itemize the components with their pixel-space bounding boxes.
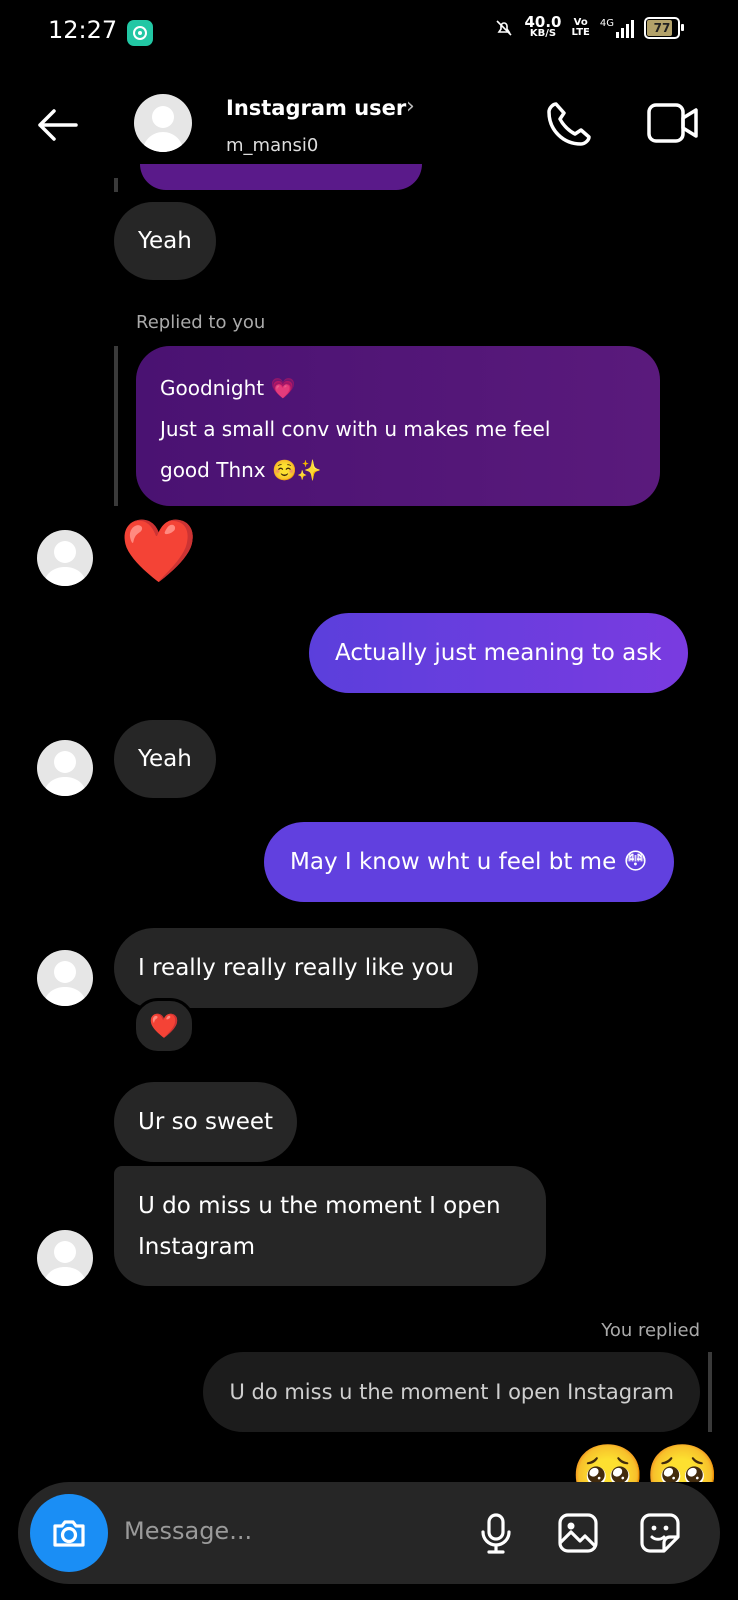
sticker-icon[interactable]	[638, 1511, 682, 1555]
emoji-message[interactable]: 🥺🥺	[571, 1444, 720, 1482]
you-replied-label: You replied	[601, 1320, 700, 1341]
heart-reaction[interactable]: ❤️	[133, 998, 195, 1054]
phone-icon[interactable]	[542, 98, 594, 150]
message-bubble[interactable]: I really really really like you	[114, 928, 478, 1008]
previous-message-edge	[140, 164, 422, 190]
back-arrow-icon[interactable]	[32, 100, 82, 150]
reply-thread-bar	[114, 346, 118, 506]
replied-message[interactable]: Goodnight 💗 Just a small conv with u mak…	[136, 346, 660, 506]
contact-avatar[interactable]	[134, 94, 192, 152]
mute-bell-icon	[496, 20, 513, 36]
camera-icon	[53, 1520, 85, 1547]
network-speed: 40.0 KB/S	[524, 13, 562, 40]
gallery-icon[interactable]	[556, 1511, 600, 1555]
sender-avatar[interactable]	[37, 740, 93, 796]
volte-indicator: Vo LTE	[571, 17, 590, 38]
message-bubble[interactable]: Ur so sweet	[114, 1082, 298, 1162]
sender-avatar[interactable]	[37, 1230, 93, 1286]
camera-button[interactable]	[30, 1494, 108, 1572]
chevron-right-icon[interactable]: ›	[406, 94, 415, 119]
outgoing-message[interactable]: May I know wht u feel bt me 😳	[264, 822, 674, 902]
replied-to-you-label: Replied to you	[136, 312, 266, 333]
sender-avatar[interactable]	[37, 950, 93, 1006]
reply-thread-bar	[114, 178, 118, 192]
battery-icon: 77	[644, 17, 684, 39]
status-icons: 40.0 KB/S Vo LTE 4G 77	[494, 13, 684, 40]
video-icon[interactable]	[646, 100, 700, 146]
reply-thread-bar	[708, 1352, 712, 1432]
message-input[interactable]: Message...	[124, 1517, 252, 1545]
contact-name[interactable]: Instagram user	[226, 96, 406, 120]
message-bubble[interactable]: Yeah	[114, 202, 216, 280]
quoted-reply[interactable]: U do miss u the moment I open Instagram	[203, 1352, 700, 1432]
contact-handle[interactable]: m_mansi0	[226, 135, 318, 156]
sender-avatar[interactable]	[37, 530, 93, 586]
message-bubble[interactable]: Yeah	[114, 720, 216, 798]
status-time: 12:27	[48, 16, 118, 44]
outgoing-message[interactable]: Actually just meaning to ask	[309, 613, 688, 693]
app-notification-icon	[127, 20, 153, 46]
message-bubble[interactable]: U do miss u the moment I open Instagram	[114, 1166, 546, 1286]
heart-message[interactable]: ❤️	[120, 520, 197, 582]
signal-icon: 4G	[600, 18, 634, 38]
microphone-icon[interactable]	[474, 1511, 518, 1555]
